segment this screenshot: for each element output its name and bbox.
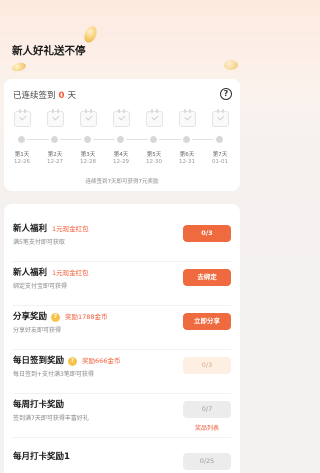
task-reward: 奖励1788金币	[65, 313, 108, 321]
day-label: 第7天 01-01	[212, 152, 228, 165]
streak-unit: 天	[67, 91, 76, 101]
gold-coin-decoration	[81, 24, 100, 45]
info-badge-icon: ?	[68, 357, 78, 366]
page-title: 新人好礼送不停	[12, 45, 86, 57]
day-calendar-icon	[108, 109, 134, 127]
streak-prefix: 已连续签到	[13, 91, 56, 101]
task-desc: 绑定支付宝即可获得	[13, 283, 68, 290]
day-calendar-icon	[42, 109, 68, 127]
task-row: 每周打卡奖励 签到满7天即可获得丰富好礼 0/7 奖品列表	[13, 394, 231, 438]
gold-coin-decoration	[11, 61, 27, 73]
task-reward: 奖励666金币	[82, 357, 121, 365]
day-label: 第6天 12-31	[179, 152, 195, 165]
task-desc: 满5笔支付即可获取	[13, 239, 65, 246]
task-title: 新人福利 1元现金红包	[13, 268, 89, 278]
task-title: 每日签到奖励? 奖励666金币	[13, 356, 121, 366]
day-calendar-icon	[9, 109, 35, 127]
day-label: 第3天 12-28	[80, 152, 96, 165]
day-label: 第4天 12-29	[113, 152, 129, 165]
task-row: 分享奖励? 奖励1788金币 分享好友即可获得 立即分享	[13, 306, 231, 350]
task-title: 每周打卡奖励	[13, 400, 65, 410]
task-progress-button[interactable]: 0/3	[183, 225, 231, 242]
signin-card: 已连续签到 0 天 ? 第1天 12-26 第2天 12-27 第3天 12-28 第4天…	[4, 79, 240, 191]
day-calendar-icon	[174, 109, 200, 127]
signin-note: 连续签到7天即可获得7元奖励	[85, 179, 159, 185]
task-progress-button[interactable]: 0/7	[183, 401, 231, 418]
day-label: 第2天 12-27	[47, 152, 63, 165]
help-icon[interactable]: ?	[220, 88, 232, 100]
share-now-button[interactable]: 立即分享	[183, 313, 231, 330]
day-calendar-icon	[141, 109, 167, 127]
task-desc: 签到满7天即可获得丰富好礼	[13, 415, 89, 422]
streak-text: 已连续签到 0 天	[13, 89, 76, 101]
task-desc: 每日签到+支付满3笔即可获得	[13, 371, 94, 378]
tasks-card: 新人福利 1元现金红包 满5笔支付即可获取 0/3 新人福利 1元现金红包 绑定支付…	[4, 204, 240, 473]
task-title: 每月打卡奖励1	[13, 452, 70, 462]
gold-coin-decoration	[224, 60, 238, 70]
task-row: 每日签到奖励? 奖励666金币 每日签到+支付满3笔即可获得 0/3	[13, 350, 231, 394]
bind-alipay-button[interactable]: 去绑定	[183, 269, 231, 286]
prize-list-link[interactable]: 奖品列表	[183, 423, 231, 432]
task-reward: 1元现金红包	[52, 269, 89, 277]
task-title: 分享奖励? 奖励1788金币	[13, 312, 108, 322]
info-badge-icon: ?	[51, 313, 61, 322]
task-progress-button[interactable]: 0/3	[183, 357, 231, 374]
streak-count: 0	[58, 91, 65, 101]
progress-dot	[148, 134, 159, 145]
task-progress-button[interactable]: 0/25	[183, 453, 231, 470]
progress-dot	[49, 134, 60, 145]
day-label: 第5天 12-30	[146, 152, 162, 165]
progress-dot	[181, 134, 192, 145]
task-title: 新人福利 1元现金红包	[13, 224, 89, 234]
progress-dot	[214, 134, 225, 145]
day-calendar-icon	[207, 109, 233, 127]
progress-dot	[16, 134, 27, 145]
task-desc: 分享好友即可获得	[13, 327, 62, 334]
progress-dot	[82, 134, 93, 145]
task-reward: 1元现金红包	[52, 225, 89, 233]
day-calendar-icon	[75, 109, 101, 127]
day-label: 第1天 12-26	[14, 152, 30, 165]
task-row: 新人福利 1元现金红包 满5笔支付即可获取 0/3	[13, 218, 231, 262]
task-row: 新人福利 1元现金红包 绑定支付宝即可获得 去绑定	[13, 262, 231, 306]
progress-dot	[115, 134, 126, 145]
task-row: 每月打卡奖励1 0/25	[13, 446, 231, 473]
